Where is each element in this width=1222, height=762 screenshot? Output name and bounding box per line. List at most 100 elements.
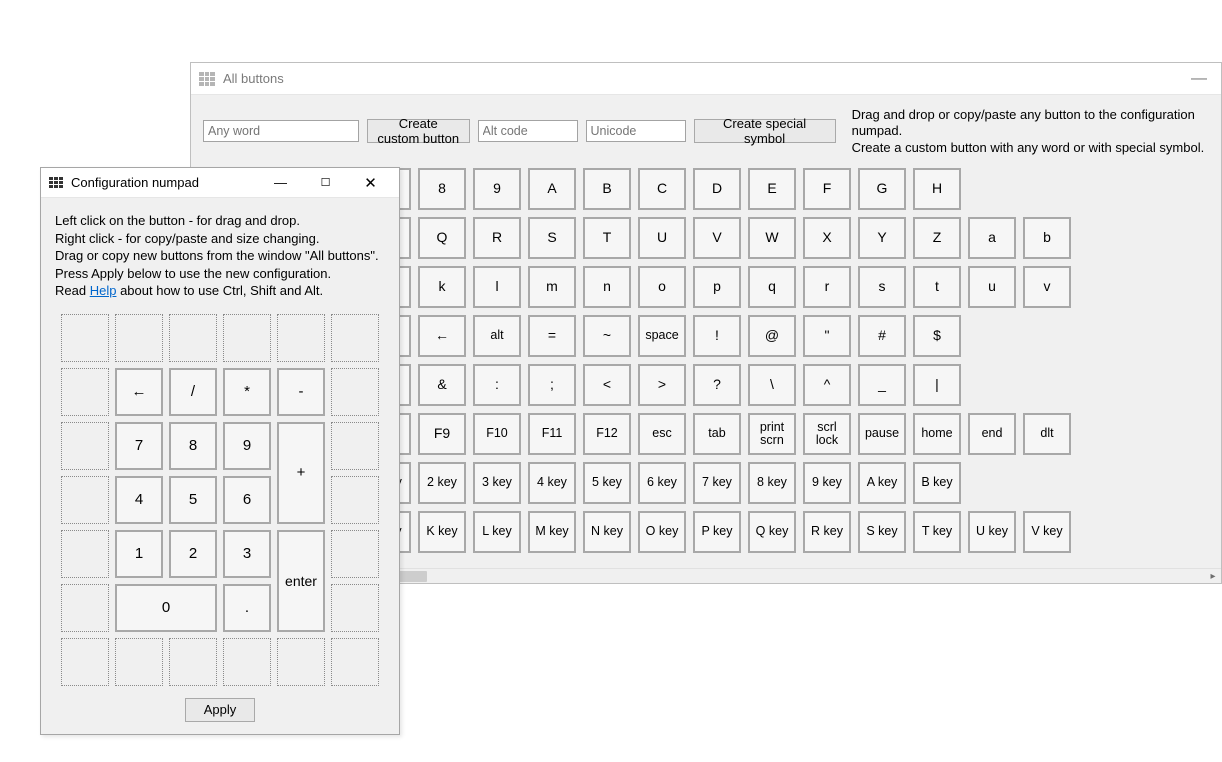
numpad-7-button[interactable]: 7	[115, 422, 163, 470]
any-word-input[interactable]	[203, 120, 359, 142]
key-button[interactable]: ^	[803, 364, 851, 406]
drop-slot[interactable]	[331, 584, 379, 632]
numpad-divide-button[interactable]: /	[169, 368, 217, 416]
key-button[interactable]: 8	[418, 168, 466, 210]
key-button[interactable]: A	[528, 168, 576, 210]
drop-slot[interactable]	[61, 530, 109, 578]
drop-slot[interactable]	[61, 476, 109, 524]
key-button[interactable]: Y	[858, 217, 906, 259]
numpad-decimal-button[interactable]: .	[223, 584, 271, 632]
key-button[interactable]: t	[913, 266, 961, 308]
drop-slot[interactable]	[277, 314, 325, 362]
key-button[interactable]: M key	[528, 511, 576, 553]
key-button[interactable]: C	[638, 168, 686, 210]
key-button[interactable]: P key	[693, 511, 741, 553]
key-button[interactable]: home	[913, 413, 961, 455]
minimize-button[interactable]: —	[258, 168, 303, 198]
numpad-enter-button[interactable]: enter	[277, 530, 325, 632]
key-button[interactable]: space	[638, 315, 686, 357]
key-button[interactable]: :	[473, 364, 521, 406]
key-button[interactable]: end	[968, 413, 1016, 455]
key-button[interactable]: U key	[968, 511, 1016, 553]
key-button[interactable]: scrl lock	[803, 413, 851, 455]
key-button[interactable]: pause	[858, 413, 906, 455]
key-button[interactable]: s	[858, 266, 906, 308]
drop-slot[interactable]	[169, 638, 217, 686]
numpad-plus-button[interactable]: +	[277, 422, 325, 524]
key-button[interactable]: 4 key	[528, 462, 576, 504]
key-button[interactable]: Z	[913, 217, 961, 259]
key-button[interactable]: _	[858, 364, 906, 406]
key-button[interactable]: E	[748, 168, 796, 210]
key-button[interactable]: R key	[803, 511, 851, 553]
numpad-subtract-button[interactable]: -	[277, 368, 325, 416]
key-button[interactable]: A key	[858, 462, 906, 504]
key-button[interactable]: m	[528, 266, 576, 308]
drop-slot[interactable]	[223, 314, 271, 362]
key-button[interactable]: #	[858, 315, 906, 357]
numpad-4-button[interactable]: 4	[115, 476, 163, 524]
key-button[interactable]: F10	[473, 413, 521, 455]
key-button[interactable]: <	[583, 364, 631, 406]
drop-slot[interactable]	[331, 422, 379, 470]
numpad-5-button[interactable]: 5	[169, 476, 217, 524]
key-button[interactable]: F12	[583, 413, 631, 455]
numpad-8-button[interactable]: 8	[169, 422, 217, 470]
numpad-back-button[interactable]: ←	[115, 368, 163, 416]
key-button[interactable]: |	[913, 364, 961, 406]
key-button[interactable]: V key	[1023, 511, 1071, 553]
key-button[interactable]: T	[583, 217, 631, 259]
key-button[interactable]: X	[803, 217, 851, 259]
drop-slot[interactable]	[61, 584, 109, 632]
key-button[interactable]: F11	[528, 413, 576, 455]
key-button[interactable]: 9 key	[803, 462, 851, 504]
key-button[interactable]: G	[858, 168, 906, 210]
key-button[interactable]: >	[638, 364, 686, 406]
numpad-3-button[interactable]: 3	[223, 530, 271, 578]
key-button[interactable]: 9	[473, 168, 521, 210]
key-button[interactable]: q	[748, 266, 796, 308]
key-button[interactable]: @	[748, 315, 796, 357]
key-button[interactable]: print scrn	[748, 413, 796, 455]
drop-slot[interactable]	[61, 314, 109, 362]
key-button[interactable]: ;	[528, 364, 576, 406]
drop-slot[interactable]	[223, 638, 271, 686]
numpad-9-button[interactable]: 9	[223, 422, 271, 470]
key-button[interactable]: !	[693, 315, 741, 357]
key-button[interactable]: 5 key	[583, 462, 631, 504]
key-button[interactable]: F9	[418, 413, 466, 455]
help-link[interactable]: Help	[90, 283, 117, 298]
create-special-symbol-button[interactable]: Create special symbol	[694, 119, 836, 143]
unicode-input[interactable]	[586, 120, 686, 142]
key-button[interactable]: K key	[418, 511, 466, 553]
numpad-1-button[interactable]: 1	[115, 530, 163, 578]
key-button[interactable]: k	[418, 266, 466, 308]
key-button[interactable]: l	[473, 266, 521, 308]
key-button[interactable]: b	[1023, 217, 1071, 259]
key-button[interactable]: H	[913, 168, 961, 210]
key-button[interactable]: a	[968, 217, 1016, 259]
drop-slot[interactable]	[277, 638, 325, 686]
minimize-button[interactable]: —	[1177, 63, 1221, 95]
key-button[interactable]: \	[748, 364, 796, 406]
key-button[interactable]: p	[693, 266, 741, 308]
key-button[interactable]: 7 key	[693, 462, 741, 504]
close-button[interactable]: ✕	[348, 168, 393, 198]
numpad-multiply-button[interactable]: *	[223, 368, 271, 416]
key-button[interactable]: L key	[473, 511, 521, 553]
key-button[interactable]: o	[638, 266, 686, 308]
key-button[interactable]: 6 key	[638, 462, 686, 504]
key-button[interactable]: T key	[913, 511, 961, 553]
key-button[interactable]: ?	[693, 364, 741, 406]
key-button[interactable]: Q	[418, 217, 466, 259]
key-button[interactable]: B key	[913, 462, 961, 504]
drop-slot[interactable]	[331, 638, 379, 686]
key-button[interactable]: ~	[583, 315, 631, 357]
create-custom-button[interactable]: Create custom button	[367, 119, 470, 143]
alt-code-input[interactable]	[478, 120, 578, 142]
drop-slot[interactable]	[331, 314, 379, 362]
maximize-button[interactable]: ☐	[303, 168, 348, 198]
drop-slot[interactable]	[115, 314, 163, 362]
numpad-0-button[interactable]: 0	[115, 584, 217, 632]
key-button[interactable]: R	[473, 217, 521, 259]
